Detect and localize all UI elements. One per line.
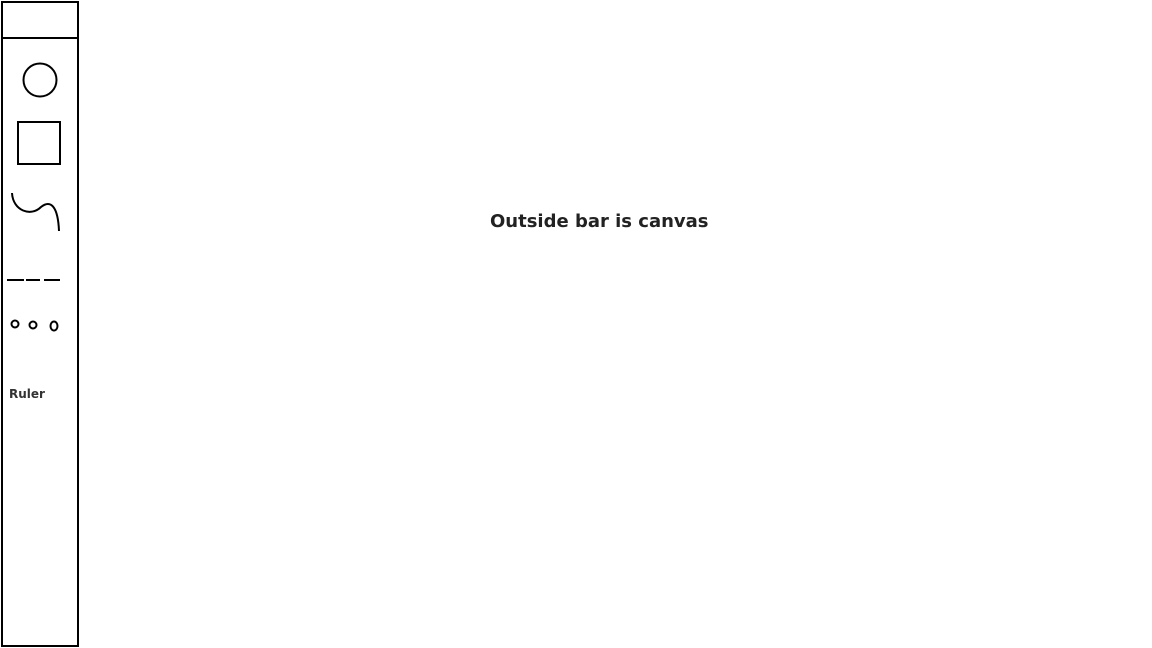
ruler-tool[interactable]: Ruler — [9, 387, 45, 401]
drawing-canvas[interactable]: Outside bar is canvas — [79, 0, 1152, 648]
dashed-line-tool[interactable] — [3, 269, 77, 291]
rectangle-tool[interactable] — [3, 119, 77, 169]
dashed-line-icon — [7, 279, 60, 281]
tool-sidebar: Ruler — [1, 1, 79, 647]
dotted-line-tool[interactable] — [3, 313, 77, 337]
curve-icon — [11, 192, 60, 232]
rectangle-icon — [17, 121, 61, 165]
curve-tool[interactable] — [3, 187, 77, 237]
canvas-label: Outside bar is canvas — [490, 211, 709, 232]
dotted-line-icon — [10, 319, 59, 332]
circle-icon — [22, 62, 58, 98]
toolbar-header — [3, 3, 77, 39]
circle-tool[interactable] — [3, 61, 77, 101]
drawing-app: Ruler Outside bar is canvas — [0, 0, 1152, 648]
